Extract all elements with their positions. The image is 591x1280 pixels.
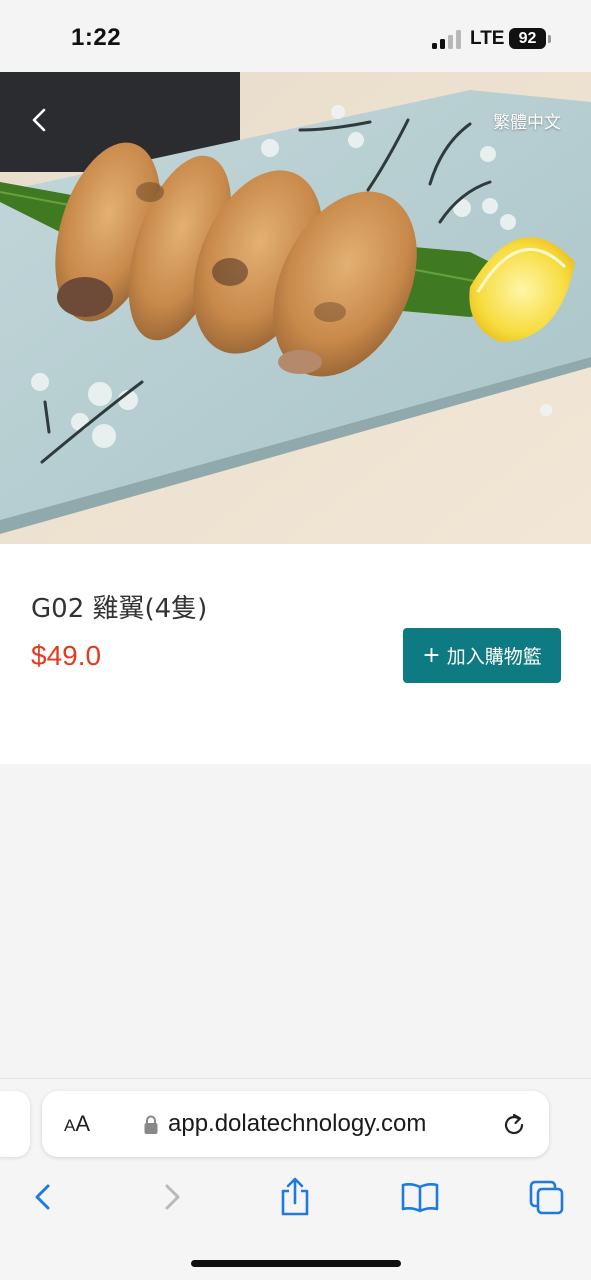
- plus-icon: +: [422, 642, 441, 668]
- lock-icon: [144, 1115, 158, 1134]
- home-indicator: [191, 1260, 401, 1267]
- product-name: G02 雞翼(4隻): [31, 594, 208, 624]
- language-toggle[interactable]: 繁體中文: [493, 108, 561, 133]
- reader-mode-button[interactable]: AA: [64, 1111, 90, 1137]
- food-photo-illustration: [0, 72, 591, 544]
- product-price: $49.0: [31, 640, 102, 671]
- battery-tip: [548, 35, 551, 43]
- address-bar[interactable]: AA app.dolatechnology.com: [42, 1091, 549, 1157]
- add-to-cart-button[interactable]: + 加入購物籃: [403, 628, 561, 683]
- chevron-left-icon: [32, 108, 46, 132]
- url-text: app.dolatechnology.com: [168, 1110, 427, 1137]
- bookmarks-icon: [401, 1183, 439, 1213]
- screen: 1:22 LTE 92 繁體中文 G02 雞翼(4隻) $49.0 + 加入購物…: [0, 0, 591, 1280]
- browser-back-button[interactable]: [21, 1175, 65, 1219]
- product-card: G02 雞翼(4隻) $49.0 + 加入購物籃: [0, 544, 591, 764]
- forward-icon: [165, 1184, 180, 1210]
- back-button[interactable]: [18, 98, 62, 142]
- browser-toolbar: AA app.dolatechnology.com: [0, 1078, 591, 1280]
- signal-icon: [432, 29, 464, 49]
- previous-tab-card[interactable]: [0, 1091, 30, 1157]
- bookmarks-button[interactable]: [398, 1175, 442, 1219]
- battery-icon: 92: [509, 28, 546, 49]
- share-icon: [281, 1177, 309, 1216]
- back-icon: [35, 1184, 50, 1210]
- status-bar: 1:22 LTE 92: [0, 0, 591, 72]
- reload-icon[interactable]: [499, 1110, 529, 1140]
- product-image: 繁體中文: [0, 72, 591, 544]
- add-to-cart-label: 加入購物籃: [446, 646, 542, 668]
- status-time: 1:22: [71, 24, 122, 51]
- tabs-button[interactable]: [524, 1175, 568, 1219]
- tabs-icon: [529, 1180, 564, 1215]
- share-button[interactable]: [273, 1175, 317, 1219]
- browser-forward-button[interactable]: [150, 1175, 194, 1219]
- network-type: LTE: [470, 28, 505, 49]
